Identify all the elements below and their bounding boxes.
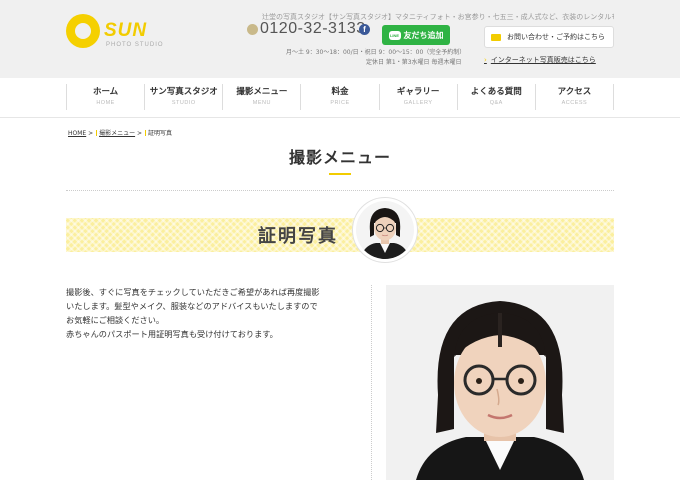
line-add-friend-button[interactable]: LINE 友だち追加 xyxy=(382,25,450,45)
nav-item-label: サン写真スタジオ xyxy=(149,87,218,97)
column-divider xyxy=(371,285,372,480)
breadcrumb-menu-link[interactable]: 撮影メニュー xyxy=(99,130,135,137)
breadcrumb-current: 証明写真 xyxy=(147,130,172,137)
nav-item-sublabel: ACCESS xyxy=(561,100,588,106)
nav-item-gallery[interactable]: ギャラリー GALLERY xyxy=(378,84,457,110)
mail-icon xyxy=(491,33,501,41)
nav-item-label: よくある質問 xyxy=(470,87,522,97)
nav-item-label: アクセス xyxy=(557,87,592,97)
nav-item-sublabel: STUDIO xyxy=(171,100,196,106)
online-photo-shop-link[interactable]: › インターネット写真販売はこちら xyxy=(484,55,596,65)
nav-item-sublabel: MENU xyxy=(252,100,271,106)
shop-link-label: インターネット写真販売はこちら xyxy=(490,56,596,64)
nav-item-home[interactable]: ホーム HOME xyxy=(66,84,144,110)
closed-days: 定休日 第1・第3水曜日 毎週木曜日 xyxy=(366,59,462,66)
nav-item-sublabel: HOME xyxy=(96,100,115,106)
description: 撮影後、すぐに写真をチェックしていただきご希望があれば再度撮影 いたします。髪型… xyxy=(66,285,356,341)
title-underline xyxy=(329,173,351,175)
sun-logo-icon xyxy=(66,14,100,48)
breadcrumb-marker xyxy=(96,130,98,136)
phone-number[interactable]: 0120-32-3133 xyxy=(260,20,366,38)
contact-button[interactable]: お問い合わせ・ご予約はこちら xyxy=(484,26,614,48)
portrait-thumbnail xyxy=(353,198,417,262)
main-nav: ホーム HOME サン写真スタジオ STUDIO 撮影メニュー MENU 料金 … xyxy=(66,84,614,110)
breadcrumb-marker xyxy=(144,130,146,136)
nav-item-label: 撮影メニュー xyxy=(236,87,288,97)
nav-item-sublabel: PRICE xyxy=(330,100,350,106)
nav-item-price[interactable]: 料金 PRICE xyxy=(300,84,378,110)
contact-button-label: お問い合わせ・ご予約はこちら xyxy=(507,33,605,41)
description-line: いたします。髪型やメイク、服装などのアドバイスもいたしますので xyxy=(66,301,318,311)
description-line: 撮影後、すぐに写真をチェックしていただきご希望があれば再度撮影 xyxy=(66,287,320,297)
portrait-thumbnail-image xyxy=(356,201,414,259)
chevron-right-icon: › xyxy=(484,56,487,64)
nav-item-sublabel: Q&A xyxy=(489,100,503,106)
page-title: 撮影メニュー xyxy=(288,148,391,167)
description-line: お気軽にご相談ください。 xyxy=(66,315,165,325)
description-line: 赤ちゃんのパスポート用証明写真も受け付けております。 xyxy=(66,329,278,339)
phone-icon xyxy=(247,24,258,35)
nav-item-label: 料金 xyxy=(331,87,349,97)
section-title: 証明写真 xyxy=(258,226,338,247)
breadcrumb-home-link[interactable]: HOME xyxy=(68,130,86,137)
sample-id-photo xyxy=(386,285,614,480)
section-divider xyxy=(66,190,614,191)
breadcrumb-separator: > xyxy=(137,130,143,137)
section-banner xyxy=(66,218,614,252)
breadcrumb: HOME > 撮影メニュー > 証明写真 xyxy=(68,128,172,137)
nav-item-sublabel: GALLERY xyxy=(403,100,433,106)
nav-divider xyxy=(0,117,680,118)
nav-item-qa[interactable]: よくある質問 Q&A xyxy=(456,84,535,110)
line-button-label: 友だち追加 xyxy=(403,30,444,40)
line-icon: LINE xyxy=(388,30,401,40)
nav-item-studio[interactable]: サン写真スタジオ STUDIO xyxy=(144,84,222,110)
logo-subtext: PHOTO STUDIO xyxy=(106,42,164,48)
nav-item-access[interactable]: アクセス ACCESS xyxy=(534,84,614,110)
nav-item-menu[interactable]: 撮影メニュー MENU xyxy=(222,84,300,110)
facebook-icon[interactable]: f xyxy=(359,24,370,35)
sample-id-photo-image xyxy=(386,285,614,480)
logo-text: SUN xyxy=(104,20,148,41)
nav-item-label: ギャラリー xyxy=(396,87,440,97)
business-hours: 月〜土 9：30〜18：00/日・祝日 9：00〜15：00（完全予約制） xyxy=(286,49,466,56)
nav-item-label: ホーム xyxy=(92,87,119,97)
breadcrumb-separator: > xyxy=(88,130,94,137)
site-logo[interactable]: SUN PHOTO STUDIO xyxy=(66,14,166,54)
site-header: SUN PHOTO STUDIO 辻堂の写真スタジオ【サン写真スタジオ】マタニテ… xyxy=(0,0,680,78)
